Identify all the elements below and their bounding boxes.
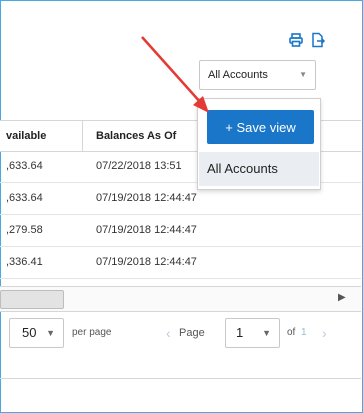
view-select-value: All Accounts — [208, 69, 268, 81]
of-label: of — [287, 327, 296, 338]
cell-available: ,633.64 — [6, 160, 43, 172]
chevron-down-icon: ▼ — [46, 328, 55, 338]
save-view-button[interactable]: + Save view — [207, 110, 314, 144]
cell-available: ,633.64 — [6, 192, 43, 204]
column-divider — [82, 121, 83, 151]
chevron-down-icon: ▼ — [299, 70, 307, 79]
per-page-value: 50 — [22, 325, 37, 340]
view-select[interactable]: All Accounts ▼ — [199, 60, 316, 90]
scrollbar-thumb[interactable] — [0, 290, 64, 309]
page-select-value: 1 — [236, 325, 244, 340]
footer-divider — [0, 378, 361, 379]
chevron-down-icon: ▼ — [262, 328, 271, 338]
page-label: Page — [179, 327, 205, 339]
cell-balances-as-of: 07/19/2018 12:44:47 — [96, 224, 197, 236]
previous-page-icon[interactable]: ‹ — [166, 318, 171, 348]
per-page-select[interactable]: 50 ▼ — [9, 318, 64, 348]
cell-balances-as-of: 07/19/2018 12:44:47 — [96, 192, 197, 204]
cell-available: ,336.41 — [6, 256, 43, 268]
column-header-balances-as-of[interactable]: Balances As Of — [96, 121, 176, 151]
scroll-right-icon[interactable]: ▶ — [338, 292, 346, 303]
table-row[interactable]: ,279.58 07/19/2018 12:44:47 — [0, 215, 361, 247]
cell-balances-as-of: 07/19/2018 12:44:47 — [96, 256, 197, 268]
dropdown-item-all-accounts[interactable]: All Accounts — [199, 152, 319, 186]
view-dropdown-menu: + Save view All Accounts — [197, 98, 321, 190]
print-icon[interactable] — [288, 32, 304, 48]
per-page-label: per page — [72, 327, 112, 338]
pagination-bar: 50 ▼ per page ‹ Page 1 ▼ of 1 › — [0, 318, 361, 352]
next-page-icon[interactable]: › — [322, 318, 327, 348]
column-header-available[interactable]: vailable — [6, 121, 46, 151]
table-row[interactable]: ,336.41 07/19/2018 12:44:47 — [0, 247, 361, 279]
horizontal-scrollbar[interactable]: ▶ — [0, 286, 361, 312]
cell-balances-as-of: 07/22/2018 13:51 — [96, 160, 182, 172]
cell-available: ,279.58 — [6, 224, 43, 236]
export-icon[interactable] — [310, 32, 326, 48]
total-pages: 1 — [301, 327, 307, 338]
page-select[interactable]: 1 ▼ — [225, 318, 280, 348]
